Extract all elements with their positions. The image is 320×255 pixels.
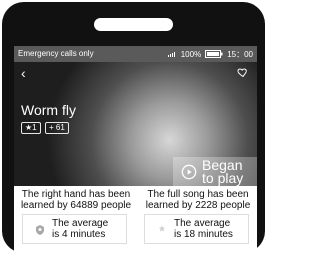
heart-icon[interactable] bbox=[237, 65, 249, 78]
top-actions: ‹ bbox=[14, 62, 257, 84]
clock-icon bbox=[156, 223, 168, 235]
left-average-box: The average is 4 minutes bbox=[22, 214, 127, 244]
signal-icon bbox=[167, 50, 177, 60]
song-hero: ‹ Worm fly ★1 + 61 Began to play bbox=[14, 62, 257, 186]
status-bar: Emergency calls only 100% 15：00 bbox=[14, 46, 257, 62]
right-stat-line1: The full song has been bbox=[147, 189, 249, 200]
left-stat-line2: learned by 64889 people bbox=[20, 200, 132, 211]
clock-icon bbox=[34, 223, 46, 235]
carrier-text: Emergency calls only bbox=[18, 49, 94, 58]
rating-badge: ★1 bbox=[21, 122, 41, 134]
left-stat-title: The right hand has been learned by 64889… bbox=[18, 189, 134, 211]
time-text: 15：00 bbox=[227, 50, 253, 59]
left-stat-column: The right hand has been learned by 64889… bbox=[14, 186, 135, 253]
battery-text: 100% bbox=[180, 50, 202, 59]
app-screen: Emergency calls only 100% 15：00 ‹ Worm f… bbox=[14, 46, 257, 253]
phone-frame: Emergency calls only 100% 15：00 ‹ Worm f… bbox=[2, 2, 265, 253]
speaker-slot bbox=[94, 18, 173, 31]
right-average-line2: is 18 minutes bbox=[174, 229, 233, 240]
right-average-text: The average is 18 minutes bbox=[174, 218, 246, 240]
chevron-left-icon[interactable]: ‹ bbox=[21, 65, 26, 81]
song-title: Worm fly bbox=[21, 102, 76, 118]
stats-panel: The right hand has been learned by 64889… bbox=[14, 186, 257, 253]
battery-icon bbox=[205, 49, 223, 60]
right-stat-column: The full song has been learned by 2228 p… bbox=[136, 186, 257, 253]
right-stat-line2: learned by 2228 people bbox=[145, 200, 251, 211]
play-button[interactable]: Began to play bbox=[173, 157, 257, 186]
left-average-text: The average is 4 minutes bbox=[52, 218, 124, 240]
count-badge: + 61 bbox=[45, 122, 69, 134]
right-stat-title: The full song has been learned by 2228 p… bbox=[140, 189, 256, 211]
left-stat-line1: The right hand has been bbox=[21, 189, 131, 200]
right-average-box: The average is 18 minutes bbox=[144, 214, 249, 244]
left-average-line2: is 4 minutes bbox=[52, 229, 106, 240]
status-right: 100% 15：00 bbox=[167, 49, 253, 60]
left-average-line1: The average bbox=[52, 218, 109, 229]
right-average-line1: The average bbox=[174, 218, 231, 229]
play-icon bbox=[181, 164, 197, 180]
play-label-line2: to play bbox=[202, 170, 244, 186]
play-label: Began to play bbox=[202, 158, 244, 186]
